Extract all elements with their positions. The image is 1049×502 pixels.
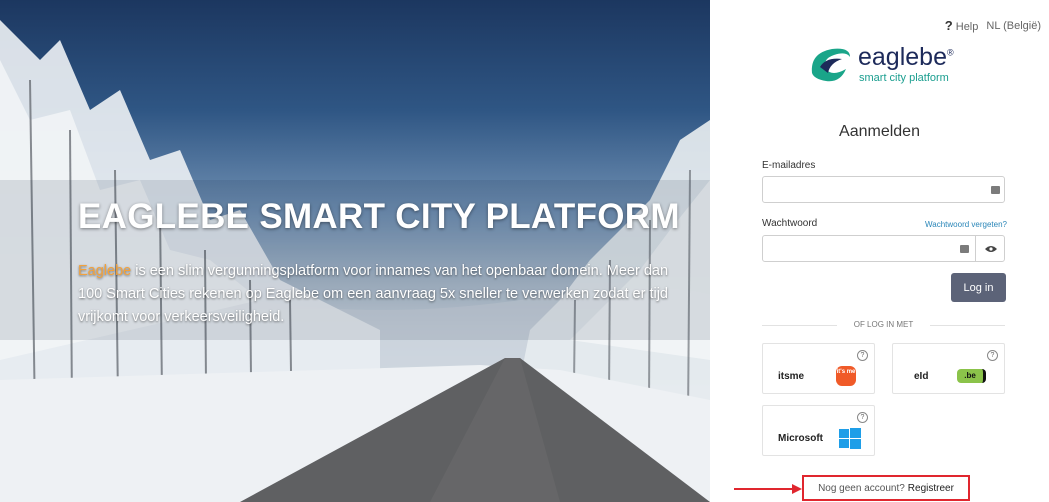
help-circle-icon[interactable]: ?: [987, 350, 998, 361]
top-bar: ? Help NL (België): [945, 18, 1041, 33]
eid-logo-icon: .be: [957, 369, 986, 383]
provider-name: Microsoft: [778, 433, 823, 444]
help-circle-icon[interactable]: ?: [857, 350, 868, 361]
itsme-logo-icon: it's me: [836, 366, 856, 386]
logo-tagline: smart city platform: [859, 72, 949, 84]
help-icon: ?: [944, 18, 953, 33]
help-label: Help: [955, 21, 979, 33]
snow-landscape-illustration: [0, 20, 710, 502]
login-button[interactable]: Log in: [951, 273, 1006, 302]
email-field[interactable]: [763, 177, 975, 202]
divider-text: OF LOG IN MET: [853, 320, 914, 329]
show-password-button[interactable]: [975, 235, 1005, 262]
provider-name: itsme: [778, 371, 805, 382]
alt-login-divider: OF LOG IN MET: [762, 319, 1005, 333]
itsme-login-button[interactable]: ? itsme it's me: [762, 343, 875, 394]
help-link[interactable]: ? Help: [945, 18, 979, 33]
help-circle-icon[interactable]: ?: [857, 412, 868, 423]
register-link[interactable]: Registreer: [908, 483, 954, 494]
password-field[interactable]: [763, 236, 955, 261]
password-label: Wachtwoord: [762, 218, 818, 229]
eaglebe-logo-icon: [811, 48, 850, 82]
register-prompt: Nog geen account? Registreer: [802, 475, 970, 501]
hero-description: Eaglebe is een slim vergunningsplatform …: [78, 260, 678, 329]
hero-title: EAGLEBE SMART CITY PLATFORM: [78, 197, 680, 236]
eid-login-button[interactable]: ? eId .be: [892, 343, 1005, 394]
language-selector[interactable]: NL (België): [986, 20, 1041, 32]
password-field-wrapper: [762, 235, 1005, 262]
eid-logo-text: .be: [964, 371, 976, 380]
logo-name: eaglebe: [858, 43, 947, 71]
keyboard-icon: [960, 245, 969, 253]
hero-description-text: is een slim vergunningsplatform voor inn…: [78, 263, 669, 325]
keyboard-icon: [991, 186, 1000, 194]
eye-icon: [984, 245, 997, 252]
microsoft-login-button[interactable]: ? Microsoft: [762, 405, 875, 456]
hero-brand-word: Eaglebe: [78, 263, 132, 279]
logo-wordmark: eaglebe®: [858, 43, 954, 72]
itsme-logo-text: it's me: [836, 369, 856, 375]
hero-banner: EAGLEBE SMART CITY PLATFORM Eaglebe is e…: [0, 0, 710, 502]
register-question: Nog geen account?: [818, 482, 905, 494]
email-label: E-mailadres: [762, 160, 816, 171]
logo-registered-mark: ®: [946, 47, 954, 58]
email-field-wrapper: [762, 176, 1005, 203]
red-arrow-annotation: [734, 484, 802, 494]
provider-name: eId: [914, 371, 929, 382]
login-title: Aanmelden: [839, 123, 920, 140]
eaglebe-logo: eaglebe® smart city platform: [806, 43, 976, 91]
login-panel: ? Help NL (België) eaglebe® smart city pl…: [710, 0, 1049, 502]
forgot-password-link[interactable]: Wachtwoord vergeten?: [925, 220, 1007, 229]
windows-logo-icon: [839, 428, 861, 449]
